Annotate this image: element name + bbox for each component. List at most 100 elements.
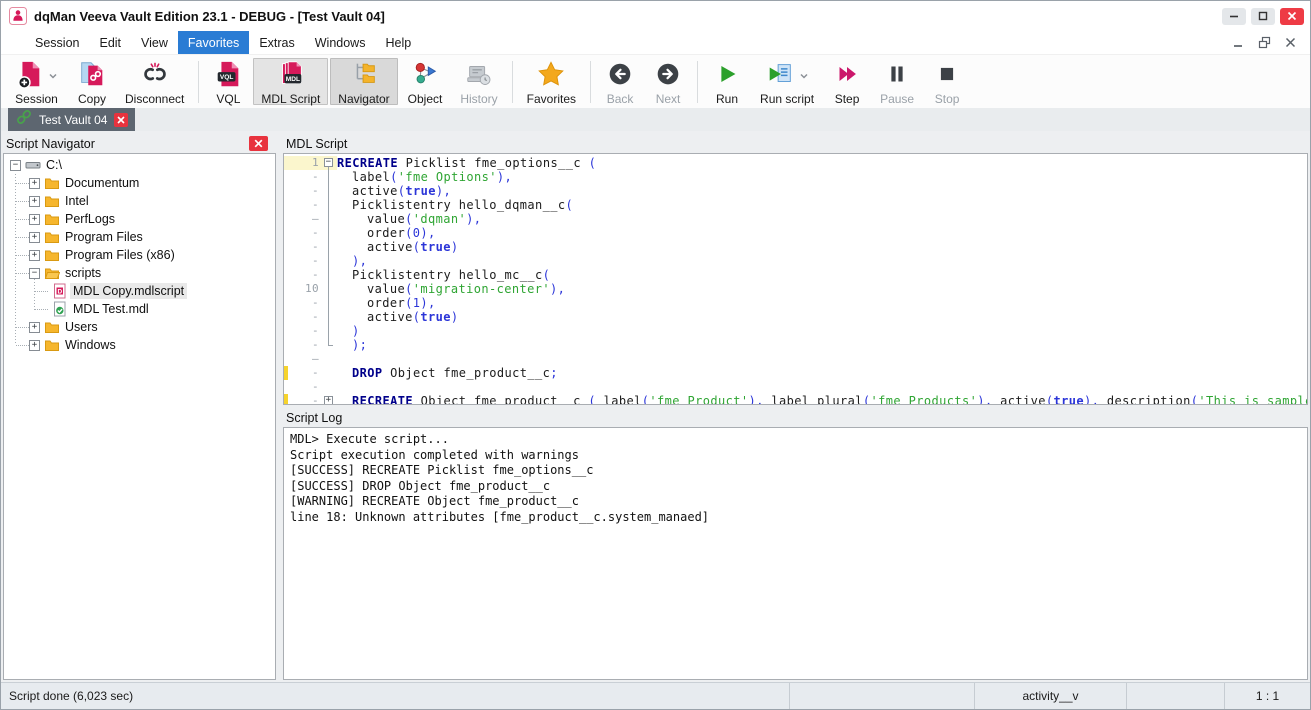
window-minimize-button[interactable]	[1222, 8, 1246, 25]
line-number: -	[288, 170, 324, 184]
tree-item-scripts[interactable]: − scripts	[4, 264, 275, 282]
line-number: -	[288, 268, 324, 282]
editor-line[interactable]: -Picklistentry hello_mc__c(	[284, 268, 1307, 282]
fold-column: +	[324, 394, 337, 405]
tab-test-vault-04[interactable]: Test Vault 04	[8, 108, 135, 131]
fold-column	[324, 338, 337, 352]
toolbar-button-back[interactable]: Back	[597, 58, 643, 105]
editor-line[interactable]: 1−RECREATE Picklist fme_options__c (	[284, 156, 1307, 170]
tree-item-users[interactable]: +Users	[4, 318, 275, 336]
script-navigator-close-button[interactable]	[249, 136, 268, 151]
menu-item-session[interactable]: Session	[25, 31, 89, 54]
tree-collapse-icon[interactable]: −	[10, 160, 21, 171]
toolbar-button-copy[interactable]: Copy	[69, 58, 115, 105]
toolbar-button-session[interactable]: Session	[6, 58, 67, 105]
editor-line[interactable]: -),	[284, 254, 1307, 268]
tree-connector-line	[16, 327, 29, 328]
editor-line[interactable]: -)	[284, 324, 1307, 338]
editor-line[interactable]: -active(true)	[284, 240, 1307, 254]
editor-line[interactable]: -Picklistentry hello_dqman__c(	[284, 198, 1307, 212]
toolbar-button-stop[interactable]: Stop	[924, 58, 970, 105]
tree-item-c[interactable]: −C:\	[4, 156, 275, 174]
tree-item-label: scripts	[62, 265, 104, 281]
editor-line[interactable]: -active(true),	[284, 184, 1307, 198]
script-work-area: MDL Script 1−RECREATE Picklist fme_optio…	[283, 134, 1308, 680]
connection-link-icon	[16, 109, 32, 130]
fold-column	[324, 366, 337, 380]
toolbar-button-next[interactable]: Next	[645, 58, 691, 105]
tree-item-program-files-x86[interactable]: +Program Files (x86)	[4, 246, 275, 264]
toolbar-button-label: Navigator	[338, 92, 389, 106]
toolbar-button-iconrow: MDL	[276, 61, 306, 91]
tree-collapse-icon[interactable]: −	[29, 268, 40, 279]
tree-expand-icon[interactable]: +	[29, 322, 40, 333]
toolbar-button-iconrow	[765, 61, 810, 91]
editor-line[interactable]: -	[284, 380, 1307, 394]
menu-item-favorites[interactable]: Favorites	[178, 31, 249, 54]
editor-line[interactable]: -DROP Object fme_product__c;	[284, 366, 1307, 380]
chevron-down-icon[interactable]	[47, 70, 59, 82]
toolbar-button-step[interactable]: Step	[824, 58, 870, 105]
fold-collapse-icon[interactable]: −	[324, 158, 333, 167]
editor-line[interactable]: 10value('migration-center'),	[284, 282, 1307, 296]
tree-item-mdl-copy-mdlscript[interactable]: DMDL Copy.mdlscript	[4, 282, 275, 300]
editor-line[interactable]: -label('fme Options'),	[284, 170, 1307, 184]
editor-line[interactable]: -);	[284, 338, 1307, 352]
mdi-restore-icon[interactable]	[1258, 36, 1271, 49]
tab-close-icon[interactable]	[114, 113, 128, 127]
mdi-close-icon[interactable]	[1285, 37, 1296, 48]
editor-line[interactable]: -active(true)	[284, 310, 1307, 324]
editor-line[interactable]: –value('dqman'),	[284, 212, 1307, 226]
tree-expand-icon[interactable]: +	[29, 232, 40, 243]
editor-line[interactable]: -order(1),	[284, 296, 1307, 310]
tree-connector-line	[16, 219, 29, 220]
menu-item-extras[interactable]: Extras	[249, 31, 304, 54]
editor-line[interactable]: -+RECREATE Object fme_product__c ( label…	[284, 394, 1307, 405]
tree-expand-icon[interactable]: +	[29, 214, 40, 225]
toolbar-button-vql[interactable]: VQLVQL	[205, 58, 251, 105]
app-logo-icon	[9, 7, 27, 25]
toolbar-button-navigator[interactable]: Navigator	[330, 58, 397, 105]
tree-item-intel[interactable]: +Intel	[4, 192, 275, 210]
toolbar-button-mdl-script[interactable]: MDLMDL Script	[253, 58, 328, 105]
tree-expand-icon[interactable]: +	[29, 178, 40, 189]
fold-column	[324, 170, 337, 184]
toolbar-button-pause[interactable]: Pause	[872, 58, 922, 105]
code-text: value('dqman'),	[337, 212, 1307, 226]
toolbar-button-disconnect[interactable]: Disconnect	[117, 58, 192, 105]
line-number: -	[288, 338, 324, 352]
line-number: –	[288, 352, 324, 366]
fold-expand-icon[interactable]: +	[324, 396, 333, 405]
tree-item-perflogs[interactable]: +PerfLogs	[4, 210, 275, 228]
menu-item-help[interactable]: Help	[375, 31, 421, 54]
history-icon	[464, 59, 494, 94]
mdl-script-editor[interactable]: 1−RECREATE Picklist fme_options__c (-lab…	[283, 153, 1308, 405]
window-close-button[interactable]	[1280, 8, 1304, 25]
menu-item-edit[interactable]: Edit	[89, 31, 131, 54]
toolbar-button-run-script[interactable]: Run script	[752, 58, 822, 105]
mdi-minimize-icon[interactable]	[1232, 37, 1244, 49]
toolbar-button-run[interactable]: Run	[704, 58, 750, 105]
tree-item-windows[interactable]: +Windows	[4, 336, 275, 354]
script-log-output[interactable]: MDL> Execute script...Script execution c…	[283, 427, 1308, 680]
tree-expand-icon[interactable]: +	[29, 250, 40, 261]
toolbar-button-object[interactable]: Object	[400, 58, 451, 105]
line-number: 10	[288, 282, 324, 296]
toolbar-button-favorites[interactable]: Favorites	[519, 58, 584, 105]
mdl-script-header: MDL Script	[283, 134, 1308, 153]
menu-item-windows[interactable]: Windows	[305, 31, 376, 54]
tree-item-documentum[interactable]: +Documentum	[4, 174, 275, 192]
code-text: RECREATE Object fme_product__c ( label('…	[337, 394, 1307, 405]
toolbar-button-history[interactable]: History	[452, 58, 505, 105]
tree-connector-line	[16, 183, 29, 184]
tree-expand-icon[interactable]: +	[29, 196, 40, 207]
window-maximize-button[interactable]	[1251, 8, 1275, 25]
tree-item-program-files[interactable]: +Program Files	[4, 228, 275, 246]
menu-item-view[interactable]: View	[131, 31, 178, 54]
tree-item-mdl-test-mdl[interactable]: MDL Test.mdl	[4, 300, 275, 318]
script-navigator-tree[interactable]: −C:\+Documentum+Intel+PerfLogs+Program F…	[3, 153, 276, 680]
editor-line[interactable]: -order(0),	[284, 226, 1307, 240]
tree-expand-icon[interactable]: +	[29, 340, 40, 351]
chevron-down-icon[interactable]	[798, 70, 810, 82]
editor-line[interactable]: –	[284, 352, 1307, 366]
